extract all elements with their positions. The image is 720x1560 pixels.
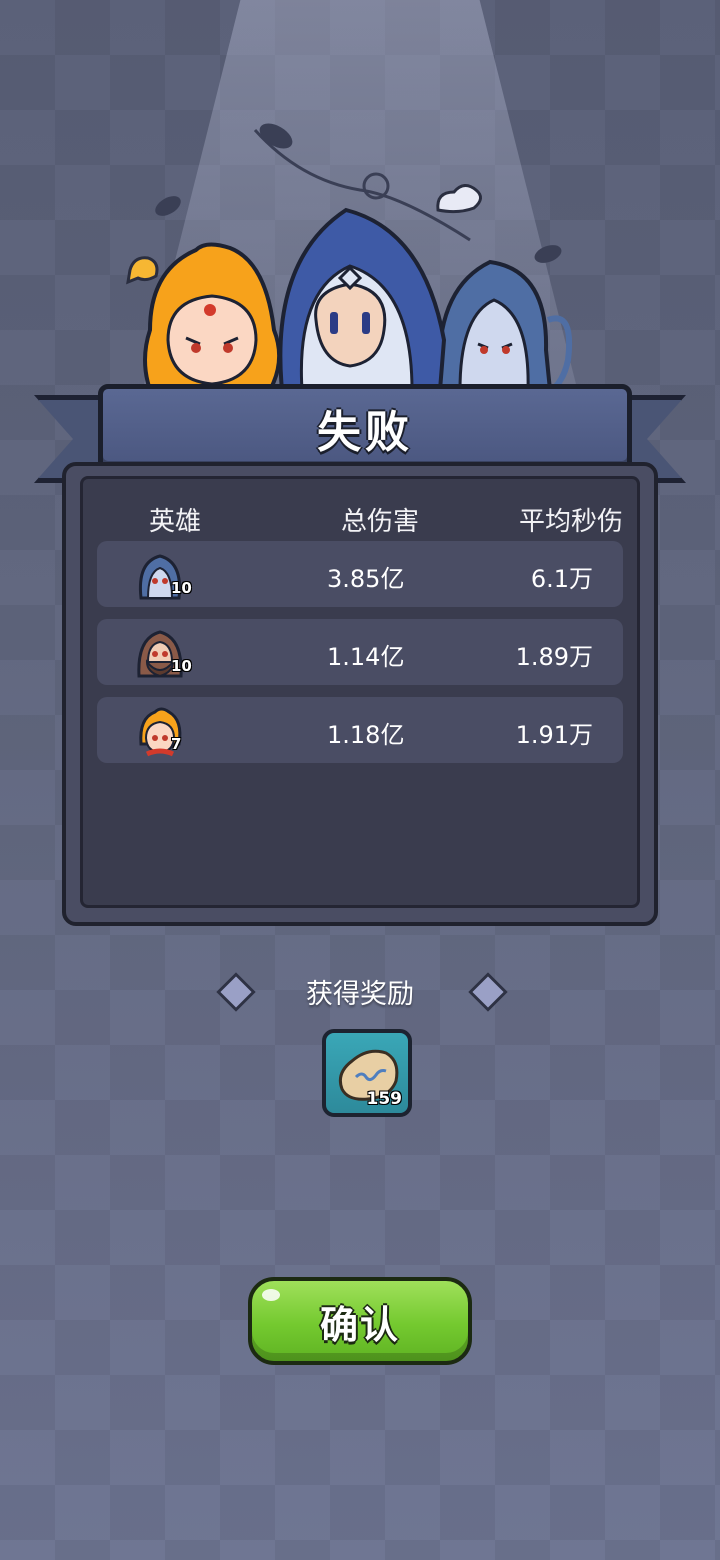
total-damage-value: 1.14亿 <box>327 643 405 671</box>
confirm-button[interactable]: 确认 <box>248 1277 472 1365</box>
hero-level: 10 <box>171 657 192 675</box>
result-banner: 失败 <box>98 384 632 472</box>
hero-level: 10 <box>171 579 192 597</box>
result-title: 失败 <box>317 407 413 458</box>
header-total-damage: 总伤害 <box>341 507 420 537</box>
damage-stats-panel: 英雄 总伤害 平均秒伤 10 3.85亿 6.1万 10 1.14亿 1.89万… <box>62 462 658 926</box>
hero-level: 7 <box>171 735 182 753</box>
header-hero: 英雄 <box>149 507 202 537</box>
reward-title: 获得奖励 <box>306 979 414 1010</box>
table-row: 10 3.85亿 6.1万 <box>97 541 623 607</box>
table-header: 英雄 总伤害 平均秒伤 <box>83 501 637 541</box>
table-row: 7 1.18亿 1.91万 <box>97 697 623 763</box>
stats-table: 英雄 总伤害 平均秒伤 10 3.85亿 6.1万 10 1.14亿 1.89万… <box>80 476 640 908</box>
table-row: 10 1.14亿 1.89万 <box>97 619 623 685</box>
confirm-label: 确认 <box>319 1302 400 1347</box>
total-damage-value: 1.18亿 <box>327 721 405 749</box>
button-shine <box>262 1289 280 1301</box>
hero-group-illustration <box>126 123 573 393</box>
avg-dps-value: 6.1万 <box>530 565 593 593</box>
avg-dps-value: 1.89万 <box>515 643 593 671</box>
reward-count: 159 <box>366 1089 403 1109</box>
avg-dps-value: 1.91万 <box>515 721 593 749</box>
header-avg-dps: 平均秒伤 <box>519 507 624 537</box>
total-damage-value: 3.85亿 <box>327 565 405 593</box>
reward-item[interactable]: 159 <box>322 1029 412 1117</box>
